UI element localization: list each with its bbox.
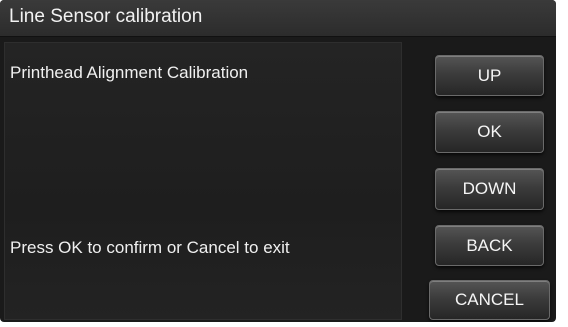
- ok-button[interactable]: OK: [435, 111, 544, 153]
- page-title: Line Sensor calibration: [9, 6, 203, 27]
- back-button[interactable]: BACK: [435, 225, 544, 266]
- calibration-heading: Printhead Alignment Calibration: [10, 63, 249, 82]
- cancel-button[interactable]: CANCEL: [429, 280, 550, 320]
- down-button[interactable]: DOWN: [435, 168, 544, 210]
- instruction-text: Press OK to confirm or Cancel to exit: [10, 238, 290, 257]
- message-panel: Printhead Alignment Calibration Press OK…: [4, 42, 402, 320]
- up-button[interactable]: UP: [435, 55, 544, 96]
- printer-display: Line Sensor calibration Printhead Alignm…: [0, 0, 556, 322]
- title-bar: Line Sensor calibration: [0, 0, 556, 37]
